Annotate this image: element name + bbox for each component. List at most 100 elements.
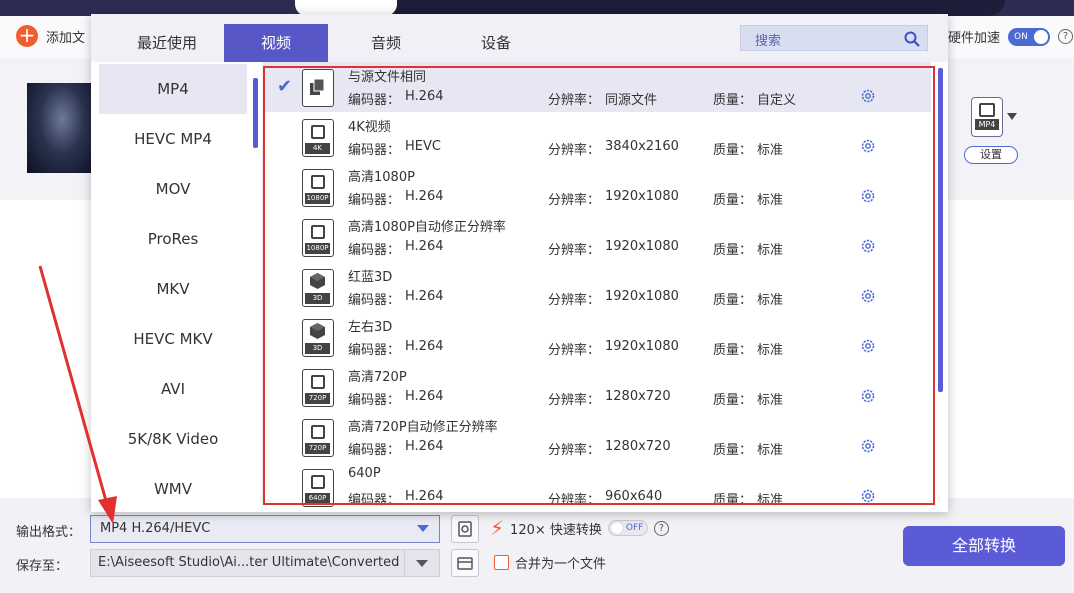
search-placeholder: 搜索	[755, 34, 782, 49]
resolution-label: 分辨率：	[548, 293, 601, 308]
profile-name: 高清720P	[348, 370, 407, 385]
fast-convert-toggle[interactable]: OFF	[607, 520, 648, 536]
encoder-label: 编码器：	[348, 293, 401, 308]
quality-value: 标准	[757, 243, 784, 258]
profile-row[interactable]: ✔ 与源文件相同 编码器： H.264 分辨率： 同源文件 质量： 自定义	[263, 62, 931, 112]
format-item-mp4[interactable]: MP4	[99, 64, 247, 114]
format-list-scrollbar[interactable]	[253, 78, 258, 148]
encoder-value: H.264	[405, 89, 444, 104]
encoder-value: H.264	[405, 389, 444, 404]
profile-name: 与源文件相同	[348, 70, 427, 85]
profile-name: 高清1080P自动修正分辨率	[348, 220, 506, 235]
help-icon[interactable]: ?	[653, 520, 669, 536]
gear-icon[interactable]	[859, 437, 877, 455]
format-item-mov[interactable]: MOV	[99, 164, 247, 214]
plus-icon: +	[16, 25, 38, 47]
convert-all-button[interactable]: 全部转换	[903, 526, 1065, 566]
hw-accel-group: 硬件加速 ON ?	[948, 27, 1074, 46]
tab-recent[interactable]: 最近使用	[115, 24, 219, 62]
encoder-value: H.264	[405, 289, 444, 304]
output-format-select[interactable]: MP4 H.264/HEVC	[90, 515, 440, 543]
quality-label: 质量：	[713, 243, 753, 258]
encoder-value: H.264	[405, 239, 444, 254]
gear-icon[interactable]	[859, 137, 877, 155]
format-item-avi[interactable]: AVI	[99, 364, 247, 414]
format-item-mkv[interactable]: MKV	[99, 264, 247, 314]
tab-device[interactable]: 设备	[444, 24, 548, 62]
quality-value: 标准	[757, 293, 784, 308]
gear-icon[interactable]	[859, 287, 877, 305]
gear-icon[interactable]	[859, 337, 877, 355]
chevron-down-icon[interactable]	[1007, 113, 1017, 120]
fast-convert-label: 120× 快速转换	[510, 522, 602, 538]
video-thumbnail[interactable]	[27, 83, 97, 173]
checkmark-icon: ✔	[277, 76, 293, 97]
quality-value: 标准	[757, 393, 784, 408]
profile-row[interactable]: 3D 红蓝3D 编码器： H.264 分辨率： 1920x1080 质量： 标准	[263, 262, 931, 312]
profile-row[interactable]: 3D 左右3D 编码器： H.264 分辨率： 1920x1080 质量： 标准	[263, 312, 931, 362]
format-popup: 最近使用 视频 音频 设备 搜索 MP4 HEVC MP4 MOV ProRes…	[91, 14, 948, 512]
film-icon	[979, 103, 995, 117]
search-icon[interactable]	[903, 30, 921, 48]
merge-option[interactable]: 合并为一个文件	[494, 553, 606, 572]
profile-row[interactable]: 1080P 高清1080P自动修正分辨率 编码器： H.264 分辨率： 1920x108…	[263, 212, 931, 262]
gear-icon[interactable]	[859, 487, 877, 505]
encoder-value: H.264	[405, 439, 444, 454]
merge-label: 合并为一个文件	[515, 557, 607, 572]
format-item-hevc-mkv[interactable]: HEVC MKV	[99, 314, 247, 364]
film-icon: 1080P	[302, 169, 334, 207]
format-settings-button[interactable]	[451, 515, 479, 543]
quality-value: 自定义	[757, 93, 797, 108]
format-item-5k8k[interactable]: 5K/8K Video	[99, 414, 247, 464]
resolution-value: 1280x720	[605, 439, 671, 454]
format-item-wmv[interactable]: WMV	[99, 464, 247, 512]
format-item-hevc-mp4[interactable]: HEVC MP4	[99, 114, 247, 164]
profile-row[interactable]: 4K 4K视频 编码器： HEVC 分辨率： 3840x2160 质量： 标准	[263, 112, 931, 162]
resolution-value: 同源文件	[605, 93, 658, 108]
film-icon: 1080P	[302, 219, 334, 257]
encoder-value: H.264	[405, 339, 444, 354]
profile-name: 左右3D	[348, 320, 393, 335]
save-path-select[interactable]: E:\Aiseesoft Studio\Ai...ter Ultimate\Co…	[90, 549, 440, 577]
encoder-label: 编码器：	[348, 443, 401, 458]
encoder-label: 编码器：	[348, 393, 401, 408]
settings-button[interactable]: 设置	[964, 146, 1018, 164]
resolution-value: 1920x1080	[605, 289, 679, 304]
resolution-value: 1920x1080	[605, 189, 679, 204]
popup-tabbar: 最近使用 视频 音频 设备 搜索	[91, 14, 948, 62]
search-input[interactable]: 搜索	[740, 25, 928, 51]
resolution-label: 分辨率：	[548, 193, 601, 208]
help-icon[interactable]: ?	[1058, 29, 1074, 44]
chevron-down-icon[interactable]	[416, 560, 428, 567]
tab-video[interactable]: 视频	[224, 24, 328, 62]
profile-row[interactable]: 720P 高清720P自动修正分辨率 编码器： H.264 分辨率： 1280x720 质量…	[263, 412, 931, 462]
profile-name: 4K视频	[348, 120, 391, 135]
profile-list-scrollbar[interactable]	[938, 68, 943, 392]
open-folder-button[interactable]	[451, 549, 479, 577]
hw-accel-toggle[interactable]: ON	[1008, 27, 1051, 46]
gear-icon[interactable]	[859, 237, 877, 255]
encoder-value: HEVC	[405, 139, 441, 154]
resolution-value: 1280x720	[605, 389, 671, 404]
hw-accel-label: 硬件加速	[948, 31, 1001, 46]
output-format-icon[interactable]: MP4	[971, 97, 1003, 137]
chevron-down-icon[interactable]	[417, 525, 429, 532]
resolution-value: 960x640	[605, 489, 663, 504]
gear-icon[interactable]	[859, 387, 877, 405]
gear-file-icon	[458, 521, 472, 537]
profile-row[interactable]: 720P 高清720P 编码器： H.264 分辨率： 1280x720 质量： 标准	[263, 362, 931, 412]
resolution-label: 分辨率：	[548, 493, 601, 508]
tab-audio[interactable]: 音频	[334, 24, 438, 62]
profile-row[interactable]: 640P 640P 编码器： H.264 分辨率： 960x640 质量： 标准	[263, 462, 931, 512]
quality-label: 质量：	[713, 293, 753, 308]
gear-icon[interactable]	[859, 187, 877, 205]
merge-checkbox[interactable]	[494, 555, 509, 570]
encoder-label: 编码器：	[348, 143, 401, 158]
gear-icon[interactable]	[859, 87, 877, 105]
encoder-label: 编码器：	[348, 243, 401, 258]
quality-label: 质量：	[713, 143, 753, 158]
format-item-prores[interactable]: ProRes	[99, 214, 247, 264]
add-files-label: 添加文	[46, 30, 86, 46]
profile-row[interactable]: 1080P 高清1080P 编码器： H.264 分辨率： 1920x1080 质量： 标准	[263, 162, 931, 212]
add-files-button[interactable]: + 添加文	[16, 25, 85, 47]
